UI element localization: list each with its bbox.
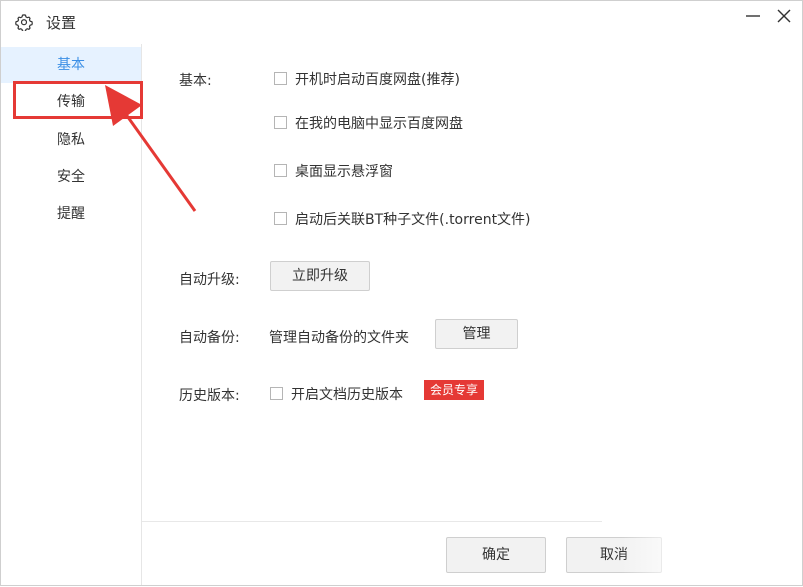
gear-icon: [15, 14, 33, 31]
auto-backup-description: 管理自动备份的文件夹: [269, 330, 409, 346]
startup-checkbox-row[interactable]: 开机时启动百度网盘(推荐): [274, 70, 494, 88]
floating-window-checkbox[interactable]: [274, 164, 287, 177]
show-in-my-computer-label: 在我的电脑中显示百度网盘: [295, 116, 463, 132]
torrent-association-checkbox[interactable]: [274, 212, 287, 225]
startup-checkbox[interactable]: [274, 72, 287, 85]
auto-upgrade-label: 自动升级:: [179, 272, 240, 288]
window-title: 设置: [46, 14, 77, 32]
sidebar-item-reminder[interactable]: 提醒: [1, 196, 141, 232]
floating-window-checkbox-row[interactable]: 桌面显示悬浮窗: [274, 162, 424, 180]
torrent-association-checkbox-row[interactable]: 启动后关联BT种子文件(.torrent文件): [274, 210, 554, 228]
minimize-icon[interactable]: [742, 5, 764, 27]
settings-sidebar: 基本 传输 隐私 安全 提醒: [1, 44, 142, 585]
history-version-checkbox[interactable]: [270, 387, 283, 400]
show-in-my-computer-checkbox[interactable]: [274, 116, 287, 129]
basic-section-label: 基本:: [179, 73, 212, 89]
footer-divider: [142, 521, 602, 522]
sidebar-item-privacy[interactable]: 隐私: [1, 122, 141, 158]
history-version-option-label: 开启文档历史版本: [291, 387, 403, 403]
auto-backup-label: 自动备份:: [179, 330, 240, 346]
annotation-highlight-box: [13, 81, 143, 119]
history-version-label: 历史版本:: [179, 388, 240, 404]
floating-window-label: 桌面显示悬浮窗: [295, 164, 393, 180]
footer-fade-overlay: [621, 521, 802, 585]
sidebar-item-security[interactable]: 安全: [1, 159, 141, 195]
vip-only-badge: 会员专享: [424, 380, 484, 400]
settings-content: 基本: 开机时启动百度网盘(推荐) 在我的电脑中显示百度网盘 桌面显示悬浮窗 启…: [142, 44, 802, 585]
close-icon[interactable]: [773, 5, 795, 27]
torrent-association-label: 启动后关联BT种子文件(.torrent文件): [295, 212, 531, 228]
ok-button[interactable]: 确定: [446, 537, 546, 573]
settings-window: 设置 基本 传输 隐私 安全 提醒 基本: 开机时启动百度网盘(推荐) 在我的电…: [0, 0, 803, 586]
show-in-my-computer-checkbox-row[interactable]: 在我的电脑中显示百度网盘: [274, 114, 494, 132]
sidebar-item-basic[interactable]: 基本: [1, 47, 141, 83]
startup-checkbox-label: 开机时启动百度网盘(推荐): [295, 72, 460, 88]
history-version-checkbox-row[interactable]: 开启文档历史版本: [270, 385, 420, 403]
manage-backup-button[interactable]: 管理: [435, 319, 518, 349]
title-bar: 设置: [1, 1, 802, 43]
upgrade-now-button[interactable]: 立即升级: [270, 261, 370, 291]
